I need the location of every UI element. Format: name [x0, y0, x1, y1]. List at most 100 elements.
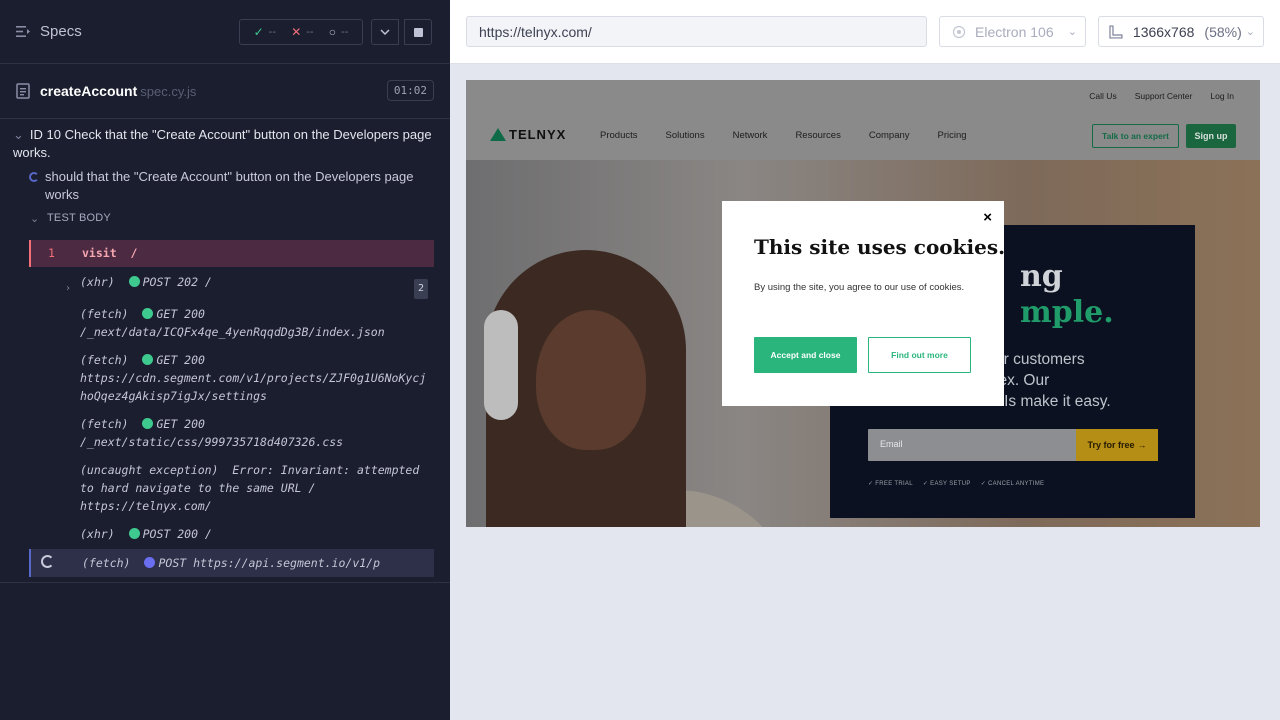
- chevron-down-icon: ⌄: [30, 213, 40, 225]
- chevron-down-icon: [380, 29, 390, 35]
- command-method: GET 200: [156, 307, 205, 321]
- command-url: /_next/static/css/999735718d407326.css: [80, 435, 344, 449]
- status-dot-icon: [128, 276, 140, 287]
- suite-title-text: ID 10 Check that the "Create Account" bu…: [13, 127, 432, 160]
- app-preview-panel: https://telnyx.com/ Electron 106 ⌄ 1366x…: [450, 0, 1280, 720]
- support-center-link[interactable]: Support Center: [1135, 91, 1193, 101]
- viewport-scale: (58%): [1204, 23, 1242, 40]
- check-icon: ✓: [253, 25, 264, 39]
- aut-iframe: Call Us Support Center Log In TELNYX Pro…: [466, 80, 1260, 527]
- talk-to-expert-button[interactable]: Talk to an expert: [1092, 124, 1179, 148]
- command-name: visit: [82, 246, 117, 260]
- call-us-link[interactable]: Call Us: [1089, 91, 1116, 101]
- spec-ext: spec.cy.js: [140, 83, 197, 99]
- run-options-dropdown[interactable]: [371, 19, 399, 45]
- url-bar[interactable]: https://telnyx.com/: [466, 16, 927, 47]
- suite-title[interactable]: ⌄ ID 10 Check that the "Create Account" b…: [0, 119, 450, 162]
- spec-duration: 01:02: [386, 80, 434, 101]
- divider: [0, 582, 450, 583]
- test-title-text: should that the "Create Account" button …: [45, 169, 414, 202]
- viewport-info[interactable]: 1366x768 (58%) ⌄: [1098, 16, 1264, 47]
- command-type: (fetch): [82, 556, 131, 570]
- email-input[interactable]: Email: [868, 429, 1078, 461]
- test-title[interactable]: should that the "Create Account" button …: [0, 162, 450, 204]
- command-xhr-1[interactable]: › (xhr) POST 202 / 2: [29, 273, 434, 299]
- chevron-down-icon: ⌄: [13, 127, 24, 142]
- nav-company[interactable]: Company: [869, 130, 910, 141]
- logo-mark-icon: [490, 128, 506, 141]
- command-fetch-pending[interactable]: (fetch) POST https://api.segment.io/v1/p: [29, 549, 434, 577]
- pending-count: --: [341, 26, 349, 38]
- viewport-size: 1366x768: [1132, 23, 1195, 40]
- failed-stat: ✕ --: [291, 25, 313, 39]
- passed-stat: ✓ --: [254, 25, 276, 39]
- browser-selector[interactable]: Electron 106 ⌄: [939, 16, 1086, 47]
- command-xhr-2[interactable]: (xhr) POST 200 /: [29, 525, 434, 543]
- hero-heading: ng mple.: [1020, 259, 1114, 331]
- command-url: https://cdn.segment.com/v1/projects/ZJF0…: [80, 371, 427, 403]
- utility-links: Call Us Support Center Log In: [1089, 91, 1234, 101]
- chevron-down-icon: ⌄: [1245, 26, 1255, 38]
- find-out-more-button[interactable]: Find out more: [868, 337, 971, 373]
- specs-label: Specs: [40, 23, 82, 40]
- main-nav: Products Solutions Network Resources Com…: [600, 130, 995, 141]
- command-visit[interactable]: 1 visit /: [29, 240, 434, 267]
- telnyx-logo[interactable]: TELNYX: [490, 127, 566, 142]
- command-type: (uncaught exception): [80, 463, 219, 477]
- x-icon: ✕: [291, 25, 302, 39]
- spec-row: createAccount spec.cy.js 01:02: [0, 64, 450, 119]
- test-body-label: TEST BODY: [47, 212, 111, 224]
- close-icon[interactable]: ×: [983, 209, 992, 226]
- nav-solutions[interactable]: Solutions: [666, 130, 705, 141]
- pending-circle-icon: ○: [328, 25, 337, 39]
- hero-heading-line2: mple.: [1020, 295, 1114, 330]
- command-url: /_next/data/ICQFx4qe_4yenRqqdDg3B/index.…: [80, 325, 385, 339]
- test-body-header[interactable]: ⌄ TEST BODY: [0, 204, 450, 228]
- passed-count: --: [268, 26, 276, 38]
- reporter-panel: Specs ✓ -- ✕ -- ○ -- createAccount spec.cy.…: [0, 0, 450, 720]
- command-fetch-3[interactable]: (fetch) GET 200 /_next/static/css/9997357…: [29, 415, 434, 451]
- sign-up-button[interactable]: Sign up: [1186, 124, 1236, 148]
- command-uncaught-exception[interactable]: (uncaught exception) Error: Invariant: a…: [29, 461, 434, 515]
- command-method: GET 200: [156, 353, 205, 367]
- spec-name: createAccount: [40, 83, 138, 99]
- status-dot-icon: [128, 528, 140, 539]
- command-method: GET 200: [156, 417, 205, 431]
- specs-toggle-button[interactable]: Specs: [16, 23, 82, 40]
- loading-spinner-icon: [41, 555, 54, 568]
- log-in-link[interactable]: Log In: [1210, 91, 1234, 101]
- hero-sub-line1: ur customers: [995, 351, 1085, 368]
- status-dot-icon: [142, 418, 154, 429]
- nav-resources[interactable]: Resources: [795, 130, 840, 141]
- perk-easy-setup: ✓ EASY SETUP: [922, 481, 971, 487]
- browser-name: Electron 106: [975, 23, 1054, 40]
- stop-icon: [413, 27, 423, 37]
- perk-cancel-anytime: ✓ CANCEL ANYTIME: [980, 481, 1045, 487]
- preview-toolbar: https://telnyx.com/ Electron 106 ⌄ 1366x…: [450, 0, 1280, 64]
- accept-and-close-button[interactable]: Accept and close: [754, 337, 857, 373]
- command-method: POST 202 /: [142, 275, 212, 289]
- status-dot-icon: [144, 557, 156, 568]
- command-count-badge: 2: [413, 279, 428, 299]
- command-type: (fetch): [80, 353, 129, 367]
- stop-button[interactable]: [404, 19, 432, 45]
- command-fetch-1[interactable]: (fetch) GET 200 /_next/data/ICQFx4qe_4yen…: [29, 305, 434, 341]
- nav-pricing[interactable]: Pricing: [938, 130, 967, 141]
- document-icon: [16, 83, 30, 99]
- command-log: 1 visit / › (xhr) POST 202 / 2 (fetch) GET…: [29, 240, 434, 577]
- command-type: (fetch): [80, 417, 129, 431]
- cookie-modal: × This site uses cookies. By using the s…: [722, 201, 1005, 406]
- command-type: (xhr): [80, 275, 115, 289]
- nav-network[interactable]: Network: [733, 130, 768, 141]
- hero-photo-face: [536, 310, 646, 450]
- hero-heading-line1: ng: [1020, 259, 1063, 294]
- try-button-label: Try for free: [1087, 440, 1135, 450]
- perk-free-trial: ✓ FREE TRIAL: [868, 481, 913, 487]
- try-for-free-button[interactable]: Try for free →: [1076, 429, 1158, 461]
- specs-list-icon: [16, 26, 30, 37]
- command-fetch-2[interactable]: (fetch) GET 200 https://cdn.segment.com/v…: [29, 351, 434, 405]
- command-method: POST 200 /: [142, 527, 212, 541]
- nav-products[interactable]: Products: [600, 130, 638, 141]
- failed-count: --: [306, 26, 314, 38]
- command-type: (xhr): [80, 527, 115, 541]
